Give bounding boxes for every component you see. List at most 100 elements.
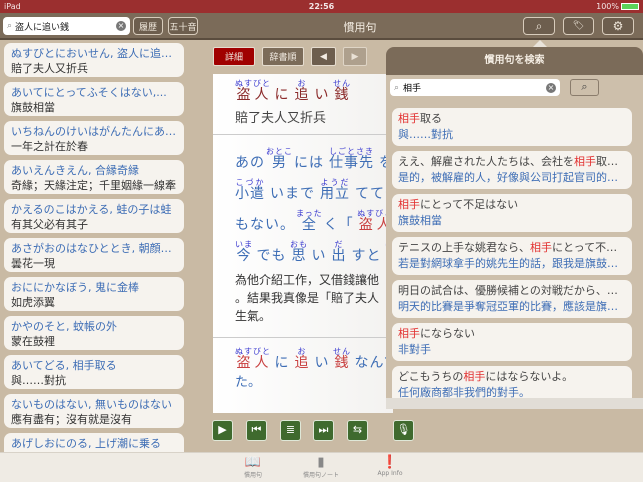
ruby-segment: 用立ようだ [320, 178, 350, 202]
highlight: 相手 [530, 241, 552, 254]
list-item-reading: あいてにとってふそくはない,... [11, 86, 167, 99]
repeat-button[interactable]: ⇆ [347, 420, 368, 441]
example-line: 小遣こづかいまで用立ようだててや [235, 178, 393, 209]
translation-line: 生氣。 [235, 309, 272, 323]
example-line: もない。全まったく「 盗人ぬすびと [235, 209, 393, 240]
ruby-segment: 銭せん [333, 79, 351, 103]
list-item-reading: ぬすびとにおいせん, 盗人に追… [11, 47, 172, 60]
translation-line: 。結果我真像是「賠了夫人 [235, 291, 380, 305]
popover-title: 慣用句を検索 [386, 47, 643, 75]
nav-bar: ⌕ 盗人に追い銭 × 履歴 五十音 慣用句 ⌕ 🏷 ⚙ [0, 13, 643, 40]
skip-back-icon: ⏮ [251, 423, 262, 436]
list-item[interactable]: かやのそと, 蚊帳の外 蒙在鼓裡 [4, 316, 184, 350]
list-item-meaning: 一年之計在於春 [11, 140, 88, 153]
search-button[interactable]: ⌕ [523, 17, 555, 35]
search-result[interactable]: どこもうちの相手にはならないよ。 任何廠商都非我們的對手。 [392, 366, 632, 398]
ruby-segment: い [314, 87, 330, 103]
search-result[interactable]: 相手にならない 非對手 [392, 323, 632, 361]
search-result[interactable]: 相手取る 與……對抗 [392, 108, 632, 146]
list-item[interactable]: あげしおにのる, 上げ潮に乗る [4, 433, 184, 452]
tag-icon: 🏷 [572, 21, 585, 31]
list-item[interactable]: ないものはない, 無いものはない 應有盡有；沒有就是沒有 [4, 394, 184, 428]
example-line: あの男おとこには仕事先しごとさきを [235, 147, 393, 178]
result-japanese: 相手にならない [398, 327, 475, 340]
tab-detail[interactable]: 詳細 [213, 47, 255, 66]
playlist-button[interactable]: ≣ [280, 420, 301, 441]
tab-idiom-notes[interactable]: ▮ 慣用句ノート [286, 455, 356, 479]
result-translation: 任何廠商都非我們的對手。 [398, 386, 530, 398]
result-translation: 與……對抗 [398, 128, 453, 141]
clear-icon[interactable]: × [116, 21, 126, 31]
highlight: 相手 [574, 155, 596, 168]
search-result[interactable]: 相手にとって不足はない 旗鼓相當 [392, 194, 632, 232]
playlist-icon: ≣ [285, 423, 296, 436]
ruby-segment: 男おとこ [266, 147, 293, 171]
search-popover: 慣用句を検索 ⌕ 相手 × ⌕ 相手取る 與……對抗 ええ、解雇された人たちは、会社… [386, 47, 643, 409]
search-value: 盗人に追い銭 [15, 22, 70, 33]
result-translation: 旗鼓相當 [398, 214, 442, 227]
tag-button[interactable]: 🏷 [563, 17, 594, 35]
ruby-segment: あの [235, 155, 265, 171]
ruby-segment: く「 [323, 217, 354, 233]
book-icon: 📖 [244, 455, 262, 470]
skip-back-button[interactable]: ⏮ [246, 420, 267, 441]
list-item-meaning: 與……對抗 [11, 374, 66, 387]
ruby-segment: には [294, 155, 324, 171]
ruby-segment: い [311, 248, 327, 264]
result-japanese: 相手にとって不足はない [398, 198, 519, 211]
history-button[interactable]: 履歴 [133, 17, 163, 35]
tab-app-info[interactable]: ❗ App Info [355, 455, 425, 477]
example-sentence: あの男おとこには仕事先しごとさきを小遣こづかいまで用立ようだててやもない。全まっ… [213, 141, 393, 271]
translation-line: 為他介紹工作，又借錢讓他 [235, 273, 380, 287]
skip-forward-button[interactable]: ⏭ [313, 420, 334, 441]
skip-forward-icon: ⏭ [318, 423, 329, 436]
example-sentence-2: 盗人ぬすびとに追おい銭せんなんて [213, 344, 393, 378]
clear-icon[interactable]: × [546, 82, 556, 93]
list-item-reading: あいえんきえん, 合縁奇縁 [11, 164, 139, 177]
result-translation: 是的，被解雇的人，好像與公司打起官司的樣… [398, 171, 626, 184]
settings-button[interactable]: ⚙ [602, 17, 634, 35]
ruby-segment: 小遣こづか [235, 178, 265, 202]
detail-panel: 盗人ぬすびとに追おい銭せん 賠了夫人又折兵 あの男おとこには仕事先しごとさきを小… [213, 74, 393, 413]
list-item[interactable]: あいえんきえん, 合縁奇縁 奇緣；天緣注定；千里姻緣一線牽 [4, 160, 184, 194]
list-item[interactable]: あさがおのはなひととき, 朝顔… 曇花一現 [4, 238, 184, 272]
left-arrow-icon: ◀ [320, 51, 327, 62]
search-result[interactable]: ええ、解雇された人たちは、会社を相手取っ… 是的，被解雇的人，好像與公司打起官司的… [392, 151, 632, 189]
result-japanese: どこもうちの相手にはならないよ。 [398, 370, 574, 383]
list-item[interactable]: いちねんのけいはがんたんにあ… 一年之計在於春 [4, 121, 184, 155]
ruby-segment: に [274, 87, 290, 103]
list-item-reading: あいてどる, 相手取る [11, 359, 117, 372]
play-button[interactable]: ▶ [212, 420, 233, 441]
list-item-meaning: 蒙在鼓裡 [11, 335, 55, 348]
popover-search-input[interactable]: ⌕ 相手 × [390, 79, 560, 96]
list-item-reading: おににかなぼう, 鬼に金棒 [11, 281, 139, 294]
previous-button[interactable]: ◀ [311, 47, 336, 66]
popover-search-button[interactable]: ⌕ [570, 79, 599, 96]
search-result[interactable]: テニスの上手な姚君なら、相手にとって不足… 若是對網球拿手的姚先生的話，跟我是旗鼓… [392, 237, 632, 275]
list-item[interactable]: かえるのこはかえる, 蛙の子は蛙 有其父必有其子 [4, 199, 184, 233]
result-japanese: テニスの上手な姚君なら、相手にとって不足… [398, 241, 626, 254]
clock: 22:56 [308, 2, 335, 11]
microphone-button[interactable]: 🎙 [393, 420, 414, 441]
tab-idioms[interactable]: 📖 慣用句 [218, 455, 288, 479]
list-item-meaning: 應有盡有；沒有就是沒有 [11, 413, 132, 426]
search-input[interactable]: ⌕ 盗人に追い銭 × [3, 17, 130, 35]
highlight: 相手 [398, 112, 420, 125]
tab-dictionary-order[interactable]: 辞書順 [262, 47, 304, 66]
list-item-reading: かやのそと, 蚊帳の外 [11, 320, 117, 333]
list-item[interactable]: おににかなぼう, 鬼に金棒 如虎添翼 [4, 277, 184, 311]
list-item-meaning: 曇花一現 [11, 257, 55, 270]
tab-bar: 📖 慣用句 ▮ 慣用句ノート ❗ App Info [0, 452, 643, 482]
list-item-meaning: 賠了夫人又折兵 [11, 62, 88, 75]
search-result[interactable]: 明日の試合は、優勝候補との対戦だから、相… 明天的比賽是爭奪冠亞軍的比賽，應該是旗… [392, 280, 632, 318]
list-item[interactable]: あいてにとってふそくはない,... 旗鼓相當 [4, 82, 184, 116]
popover-arrow [533, 40, 547, 47]
next-button[interactable]: ▶ [343, 47, 367, 66]
example-translation: 為他介紹工作，又借錢讓他 。結果我真像是「賠了夫人 生氣。 [213, 271, 393, 325]
list-item[interactable]: あいてどる, 相手取る 與……對抗 [4, 355, 184, 389]
ruby-segment: 出だ [331, 240, 347, 264]
gojuon-button[interactable]: 五十音 [168, 17, 198, 35]
list-item-reading: かえるのこはかえる, 蛙の子は蛙 [11, 203, 172, 216]
microphone-icon: 🎙 [396, 423, 411, 436]
list-item[interactable]: ぬすびとにおいせん, 盗人に追… 賠了夫人又折兵 [4, 43, 184, 77]
